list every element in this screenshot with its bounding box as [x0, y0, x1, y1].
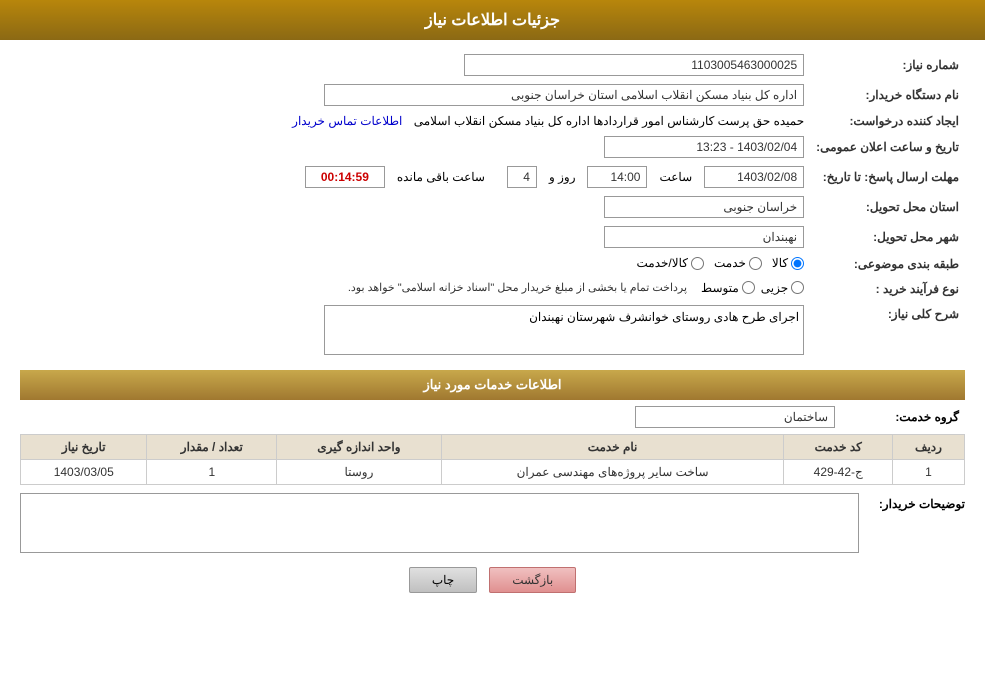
- services-table-header-row: ردیف کد خدمت نام خدمت واحد اندازه گیری ت…: [21, 435, 965, 460]
- province-row: استان محل تحویل:: [20, 192, 965, 222]
- response-deadline-row: مهلت ارسال پاسخ: تا تاریخ: ساعت روز و سا…: [20, 162, 965, 192]
- page-wrapper: جزئیات اطلاعات نیاز شماره نیاز: نام دستگ…: [0, 0, 985, 691]
- need-number-row: شماره نیاز:: [20, 50, 965, 80]
- col-service-code: کد خدمت: [784, 435, 893, 460]
- page-title: جزئیات اطلاعات نیاز: [425, 12, 560, 29]
- days-label: روز و: [549, 170, 576, 184]
- general-desc-textarea[interactable]: اجرای طرح هادی روستای خوانشرف شهرستان نه…: [324, 305, 804, 355]
- purchase-type-value: جزیی متوسط پرداخت تمام یا بخشی از مبلغ خ…: [20, 277, 810, 302]
- col-unit: واحد اندازه گیری: [277, 435, 441, 460]
- purchase-type-motavaset[interactable]: متوسط: [701, 281, 755, 295]
- city-row: شهر محل تحویل:: [20, 222, 965, 252]
- time-label: ساعت: [659, 170, 692, 184]
- announce-date-input[interactable]: [604, 136, 804, 158]
- col-row-num: ردیف: [892, 435, 964, 460]
- cell-row-num: 1: [892, 460, 964, 485]
- category-row: طبقه بندی موضوعی: کالا خدمت کالا/خدمت: [20, 252, 965, 277]
- main-content: شماره نیاز: نام دستگاه خریدار: ایجاد کنن…: [0, 40, 985, 611]
- response-date-input[interactable]: [704, 166, 804, 188]
- buyer-desc-textarea[interactable]: [20, 493, 859, 553]
- purchase-type-row: نوع فرآیند خرید : جزیی متوسط پرداخت تمام…: [20, 277, 965, 302]
- category-kala-khedmat[interactable]: کالا/خدمت: [637, 256, 704, 270]
- city-label: شهر محل تحویل:: [810, 222, 965, 252]
- creator-link[interactable]: اطلاعات تماس خریدار: [292, 114, 402, 128]
- category-options: کالا خدمت کالا/خدمت: [20, 252, 810, 277]
- need-number-value: [20, 50, 810, 80]
- province-input[interactable]: [604, 196, 804, 218]
- general-desc-value: اجرای طرح هادی روستای خوانشرف شهرستان نه…: [20, 301, 810, 362]
- category-khedmat[interactable]: خدمت: [714, 256, 762, 270]
- cell-quantity: 1: [147, 460, 277, 485]
- button-row: بازگشت چاپ: [20, 567, 965, 593]
- cell-date: 1403/03/05: [21, 460, 147, 485]
- buyer-org-input[interactable]: [324, 84, 804, 106]
- back-button[interactable]: بازگشت: [489, 567, 576, 593]
- announce-date-row: تاریخ و ساعت اعلان عمومی:: [20, 132, 965, 162]
- announce-date-label: تاریخ و ساعت اعلان عمومی:: [810, 132, 965, 162]
- category-label: طبقه بندی موضوعی:: [810, 252, 965, 277]
- table-row: 1 ج-42-429 ساخت سایر پروژه‌های مهندسی عم…: [21, 460, 965, 485]
- col-service-name: نام خدمت: [441, 435, 784, 460]
- city-input[interactable]: [604, 226, 804, 248]
- service-group-row: گروه خدمت:: [20, 406, 965, 428]
- buyer-org-row: نام دستگاه خریدار:: [20, 80, 965, 110]
- buyer-desc-label: توضیحات خریدار:: [865, 493, 965, 511]
- creator-value: حمیده حق پرست کارشناس امور قراردادها ادا…: [20, 110, 810, 132]
- remaining-label: ساعت باقی مانده: [397, 170, 485, 184]
- creator-row: ایجاد کننده درخواست: حمیده حق پرست کارشن…: [20, 110, 965, 132]
- page-header: جزئیات اطلاعات نیاز: [0, 0, 985, 40]
- response-deadline-value: ساعت روز و ساعت باقی مانده 00:14:59: [20, 162, 810, 192]
- need-number-input[interactable]: [464, 54, 804, 76]
- city-value: [20, 222, 810, 252]
- general-desc-label: شرح کلی نیاز:: [810, 301, 965, 362]
- province-value: [20, 192, 810, 222]
- cell-service-name: ساخت سایر پروژه‌های مهندسی عمران: [441, 460, 784, 485]
- announce-date-value: [20, 132, 810, 162]
- print-button[interactable]: چاپ: [409, 567, 477, 593]
- response-time-input[interactable]: [587, 166, 647, 188]
- service-group-label: گروه خدمت:: [835, 406, 965, 428]
- need-number-label: شماره نیاز:: [810, 50, 965, 80]
- service-group-input[interactable]: [635, 406, 835, 428]
- creator-name: حمیده حق پرست کارشناس امور قراردادها ادا…: [414, 114, 804, 128]
- cell-service-code: ج-42-429: [784, 460, 893, 485]
- buyer-org-label: نام دستگاه خریدار:: [810, 80, 965, 110]
- col-quantity: تعداد / مقدار: [147, 435, 277, 460]
- purchase-type-label: نوع فرآیند خرید :: [810, 277, 965, 302]
- info-table: شماره نیاز: نام دستگاه خریدار: ایجاد کنن…: [20, 50, 965, 362]
- cell-unit: روستا: [277, 460, 441, 485]
- buyer-desc-section: توضیحات خریدار:: [20, 493, 965, 553]
- buyer-org-value: [20, 80, 810, 110]
- purchase-type-jozyi[interactable]: جزیی: [761, 281, 804, 295]
- col-date: تاریخ نیاز: [21, 435, 147, 460]
- category-kala[interactable]: کالا: [772, 256, 804, 270]
- province-label: استان محل تحویل:: [810, 192, 965, 222]
- creator-label: ایجاد کننده درخواست:: [810, 110, 965, 132]
- general-desc-row: شرح کلی نیاز: اجرای طرح هادی روستای خوان…: [20, 301, 965, 362]
- response-deadline-label: مهلت ارسال پاسخ: تا تاریخ:: [810, 162, 965, 192]
- response-remaining-timer: 00:14:59: [305, 166, 385, 188]
- purchase-type-note: پرداخت تمام یا بخشی از مبلغ خریدار محل "…: [348, 281, 687, 294]
- services-section-title: اطلاعات خدمات مورد نیاز: [20, 370, 965, 400]
- response-days-input[interactable]: [507, 166, 537, 188]
- services-table: ردیف کد خدمت نام خدمت واحد اندازه گیری ت…: [20, 434, 965, 485]
